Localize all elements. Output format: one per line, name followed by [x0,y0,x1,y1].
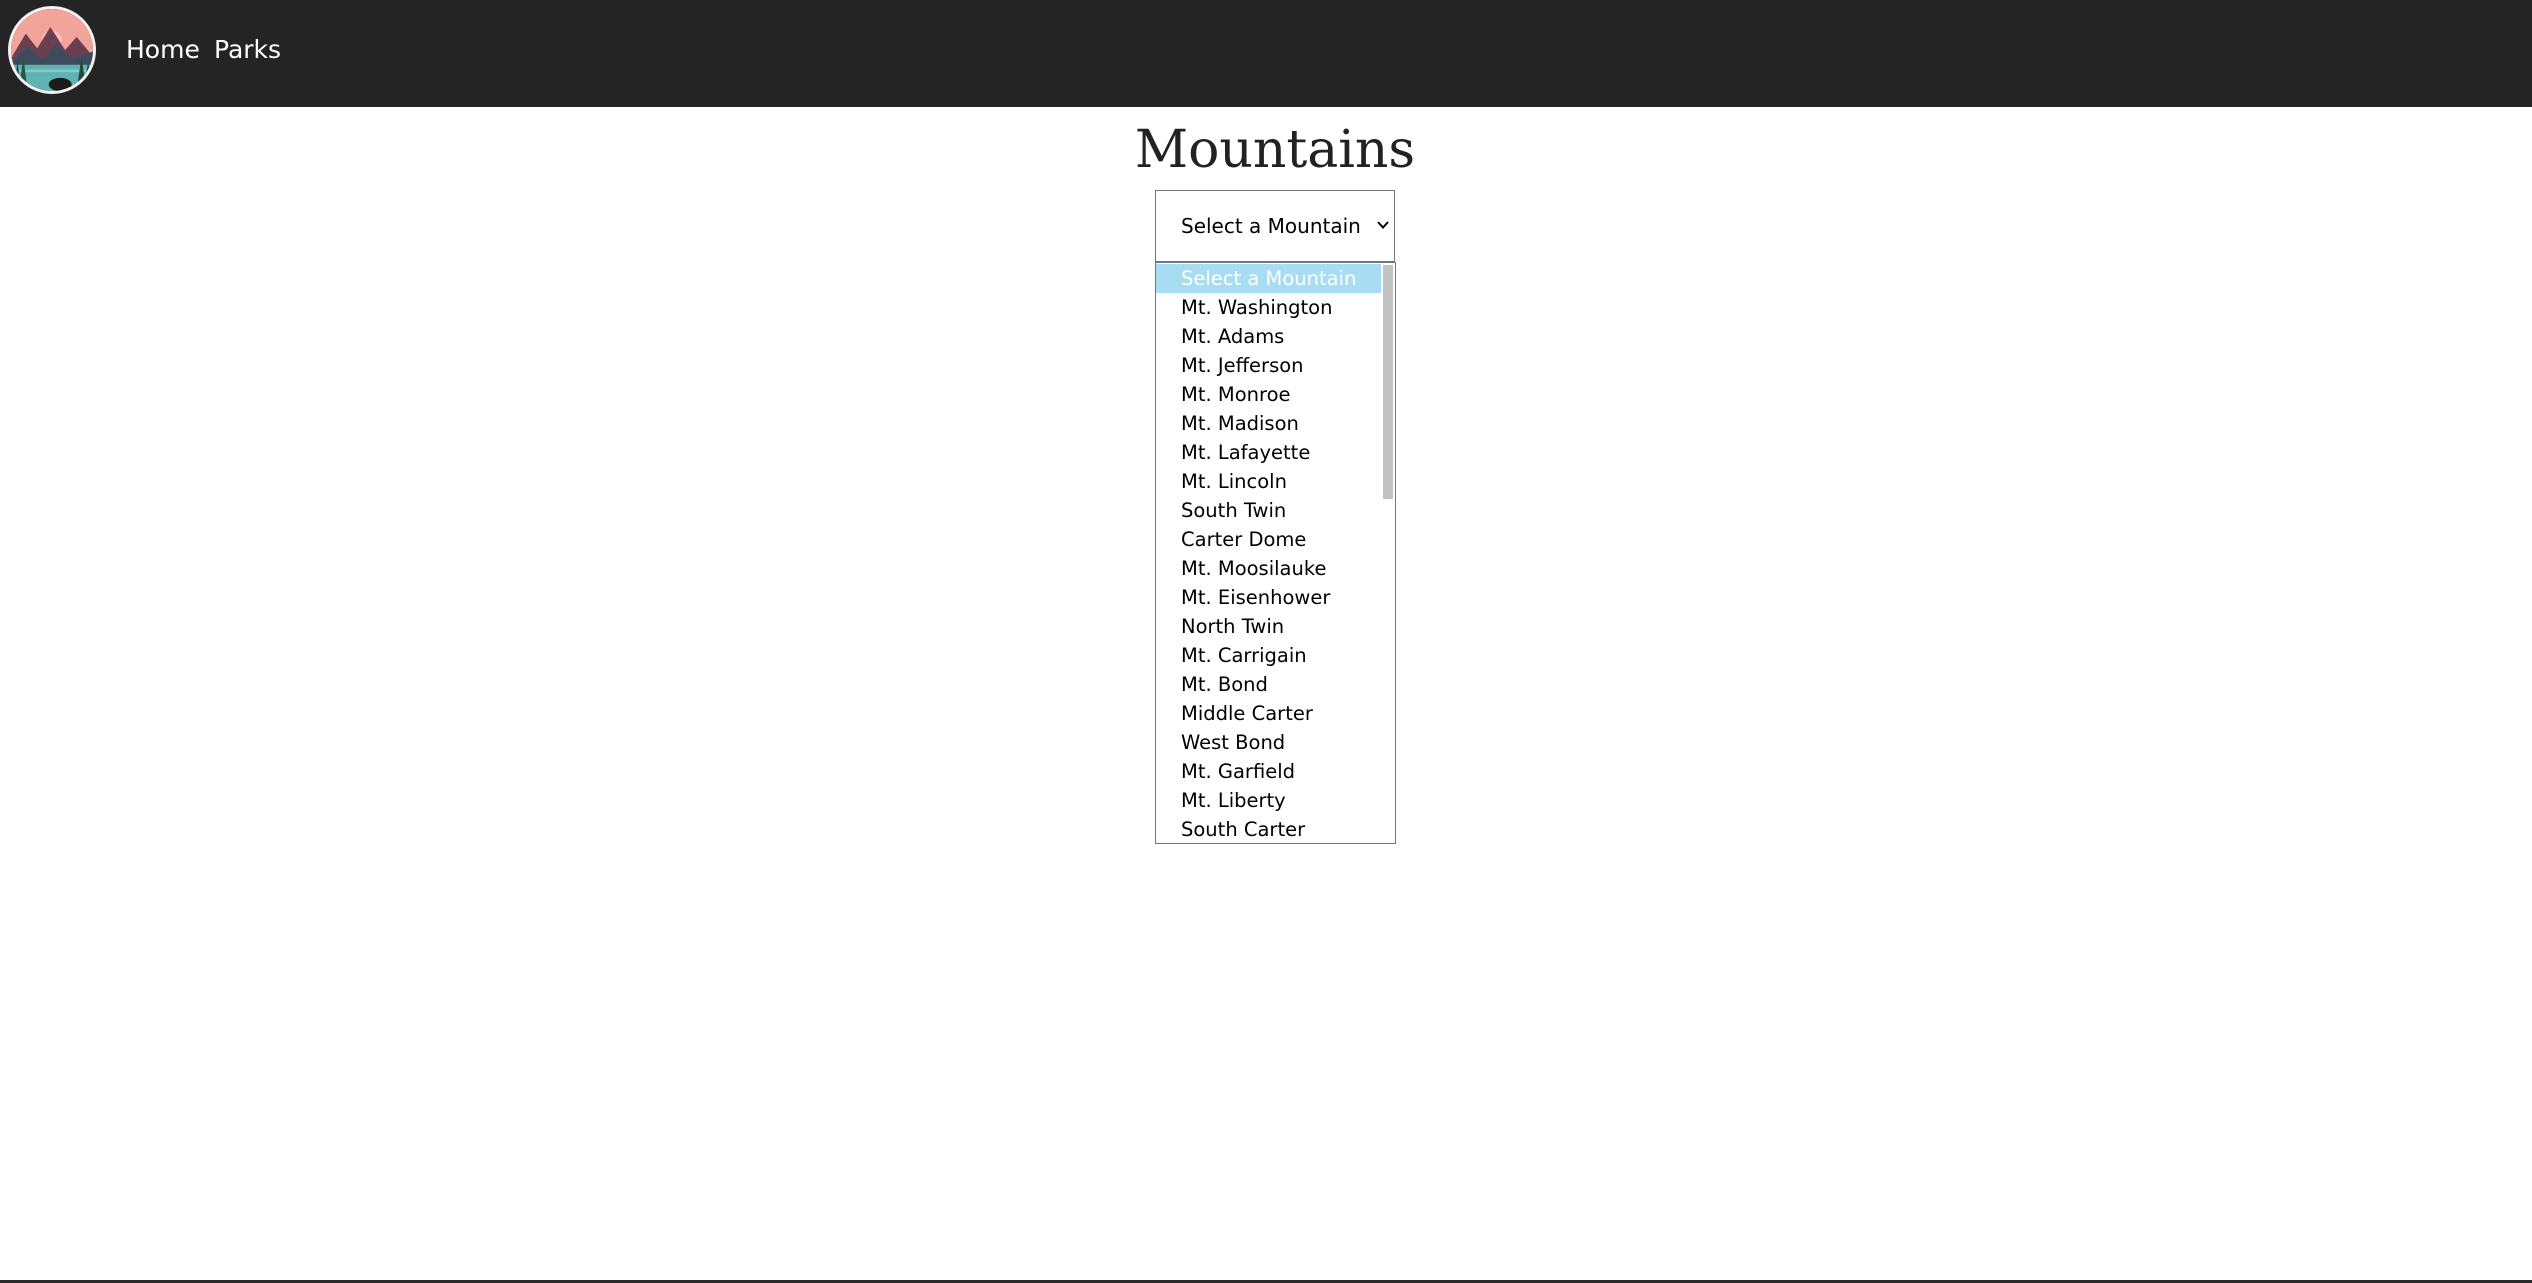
mountain-option[interactable]: Mt. Jefferson [1156,351,1381,380]
mountain-option[interactable]: Mt. Carrigain [1156,641,1381,670]
mountain-select-value: Select a Mountain [1181,214,1361,238]
mountain-option[interactable]: Mt. Adams [1156,322,1381,351]
mountain-option[interactable]: Mt. Bond [1156,670,1381,699]
listbox-scrollbar[interactable] [1381,263,1395,843]
mountain-option[interactable]: South Carter [1156,815,1381,843]
page-title: Mountains [1134,120,1416,180]
mountain-option[interactable]: Mt. Lincoln [1156,467,1381,496]
mountain-lake-logo-icon [11,9,93,91]
mountain-option[interactable]: Mt. Moosilauke [1156,554,1381,583]
chevron-down-icon [1377,221,1389,229]
mountain-option[interactable]: North Twin [1156,612,1381,641]
nav-link-home[interactable]: Home [126,34,200,66]
navbar: Home Parks [0,0,2532,107]
mountain-option[interactable]: Mt. Eisenhower [1156,583,1381,612]
listbox-scrollbar-thumb[interactable] [1383,265,1393,499]
mountain-option[interactable]: South Twin [1156,496,1381,525]
mountain-option[interactable]: Middle Carter [1156,699,1381,728]
site-logo[interactable] [8,6,96,94]
nav-link-parks[interactable]: Parks [214,34,281,66]
mountain-option[interactable]: Mt. Madison [1156,409,1381,438]
mountain-option[interactable]: Mt. Garfield [1156,757,1381,786]
mountain-option[interactable]: Mt. Washington [1156,293,1381,322]
mountain-option[interactable]: Mt. Lafayette [1156,438,1381,467]
mountain-option[interactable]: Carter Dome [1156,525,1381,554]
mountain-option[interactable]: Mt. Monroe [1156,380,1381,409]
mountain-options-list[interactable]: Select a Mountain Mt. Washington Mt. Adams… [1155,262,1396,844]
mountain-option[interactable]: Select a Mountain [1156,264,1381,293]
mountain-option[interactable]: Mt. Liberty [1156,786,1381,815]
mountain-select[interactable]: Select a Mountain [1155,190,1395,262]
mountain-option[interactable]: West Bond [1156,728,1381,757]
